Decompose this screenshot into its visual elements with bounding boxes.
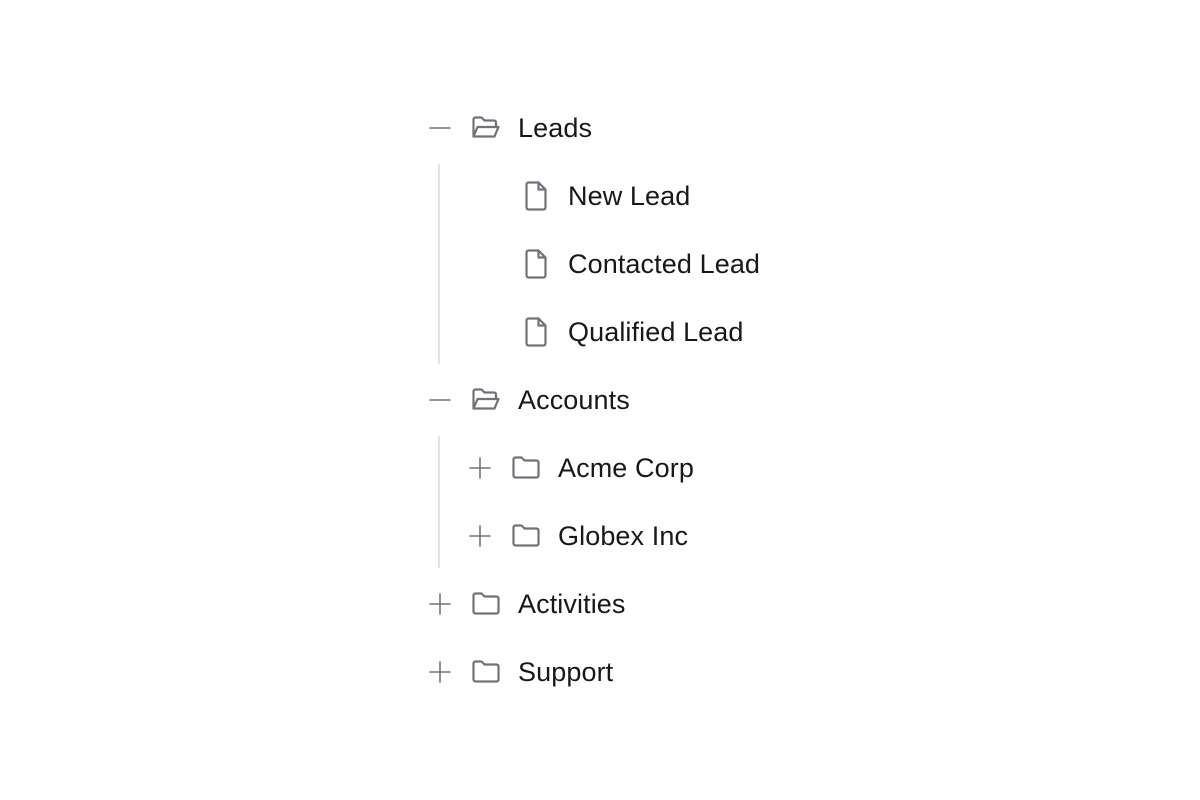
tree-item-label: Qualified Lead xyxy=(568,317,744,347)
tree-item-label: Accounts xyxy=(518,385,630,415)
folder-open-icon xyxy=(470,112,502,144)
tree-item-label: New Lead xyxy=(568,181,691,211)
tree-item-accounts[interactable]: Accounts xyxy=(420,366,840,434)
tree-item-label: Leads xyxy=(518,113,593,143)
tree-item-support[interactable]: Support xyxy=(420,638,840,706)
minus-icon[interactable] xyxy=(420,380,460,420)
tree-item-globex-inc[interactable]: Globex Inc xyxy=(460,502,840,570)
file-icon xyxy=(520,316,552,348)
leads-children: New Lead Contacted Lead Qualified Lead xyxy=(438,162,840,366)
tree-view: Leads New Lead Contacted Lead Qualified … xyxy=(420,94,840,706)
folder-icon xyxy=(470,656,502,688)
folder-icon xyxy=(510,520,542,552)
tree-item-label: Acme Corp xyxy=(558,453,694,483)
tree-item-new-lead[interactable]: New Lead xyxy=(460,162,840,230)
plus-icon[interactable] xyxy=(460,448,500,488)
tree-item-label: Globex Inc xyxy=(558,521,689,551)
minus-icon[interactable] xyxy=(420,108,460,148)
tree-item-contacted-lead[interactable]: Contacted Lead xyxy=(460,230,840,298)
tree-item-label: Contacted Lead xyxy=(568,249,761,279)
tree-item-acme-corp[interactable]: Acme Corp xyxy=(460,434,840,502)
folder-icon xyxy=(470,588,502,620)
accounts-children: Acme Corp Globex Inc xyxy=(438,434,840,570)
plus-icon[interactable] xyxy=(460,516,500,556)
plus-icon[interactable] xyxy=(420,584,460,624)
folder-icon xyxy=(510,452,542,484)
tree-item-qualified-lead[interactable]: Qualified Lead xyxy=(460,298,840,366)
tree-item-activities[interactable]: Activities xyxy=(420,570,840,638)
folder-open-icon xyxy=(470,384,502,416)
tree-item-leads[interactable]: Leads xyxy=(420,94,840,162)
file-icon xyxy=(520,180,552,212)
file-icon xyxy=(520,248,552,280)
plus-icon[interactable] xyxy=(420,652,460,692)
tree-item-label: Activities xyxy=(518,589,626,619)
tree-item-label: Support xyxy=(518,657,614,687)
